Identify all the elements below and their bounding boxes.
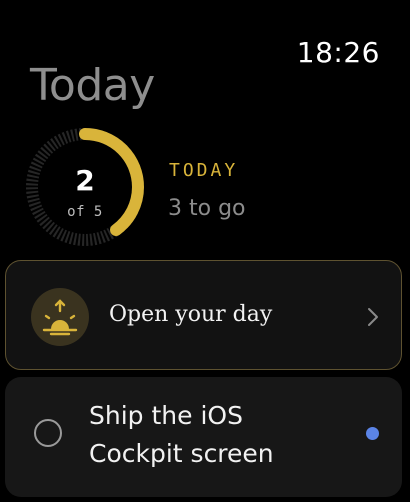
task-title: Ship the iOS Cockpit screen — [89, 401, 274, 468]
summary-label: TODAY — [169, 160, 239, 181]
progress-ring-center: 2 of 5 — [24, 126, 146, 248]
sunrise-icon — [31, 288, 89, 346]
task-status-dot — [366, 427, 379, 440]
task-item[interactable]: Ship the iOS Cockpit screen — [5, 377, 402, 497]
open-day-label: Open your day — [109, 302, 273, 327]
summary-remaining: 3 to go — [168, 196, 246, 221]
progress-ring: 2 of 5 — [24, 126, 146, 248]
task-checkbox[interactable] — [34, 419, 62, 447]
progress-total-label: of 5 — [67, 204, 103, 220]
open-day-button[interactable]: Open your day — [5, 260, 402, 370]
status-time: 18:26 — [296, 36, 380, 69]
chevron-right-icon — [368, 308, 378, 326]
page-title: Today — [30, 60, 155, 111]
progress-done-count: 2 — [75, 164, 95, 197]
